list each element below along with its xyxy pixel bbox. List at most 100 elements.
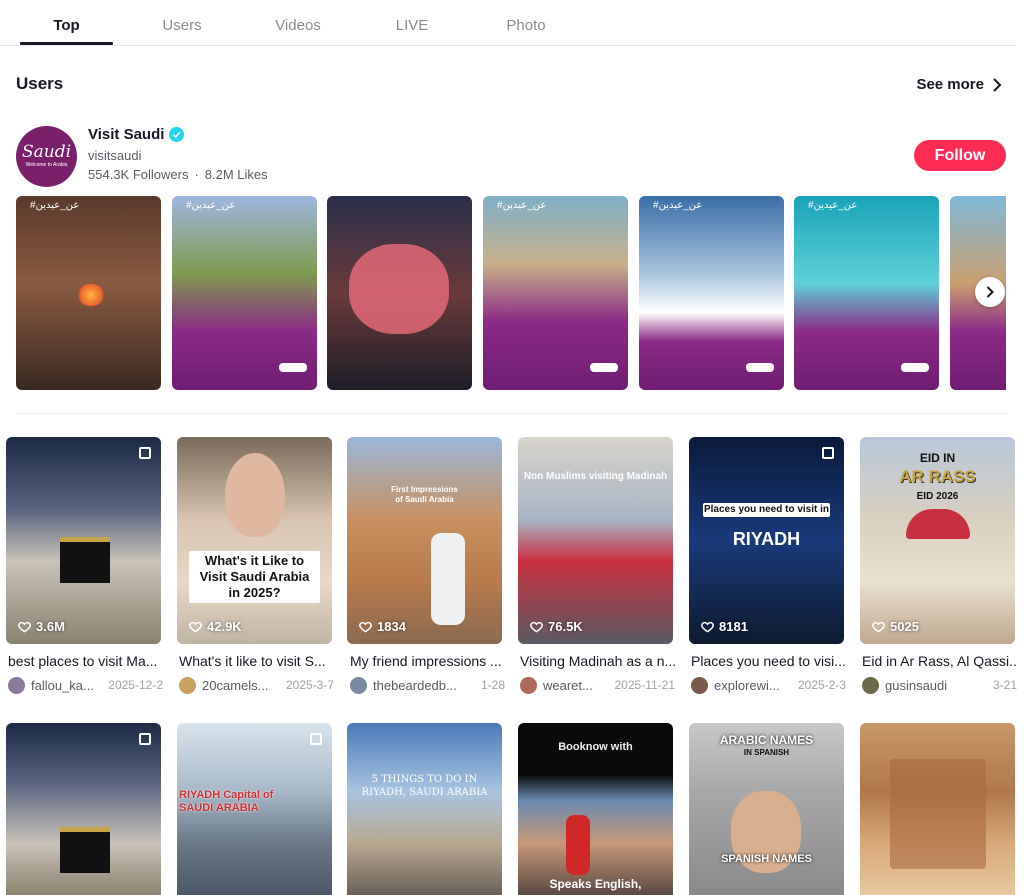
user-handle: visitsaudi [88, 148, 142, 163]
post-date: 2025-3-7 [285, 678, 334, 692]
logo-subtitle: Welcome to Arabia [25, 162, 68, 169]
carousel-post[interactable]: #عن_عيدين [794, 196, 939, 390]
video-overlay-caption: Speaks English, [549, 877, 642, 891]
video-thumbnail[interactable]: RIYADH Capital of SAUDI ARABIA [177, 723, 332, 895]
video-overlay-subtitle: IN SPANISH [743, 748, 790, 757]
video-description[interactable]: Places you need to visi... [691, 653, 846, 669]
author-avatar[interactable] [691, 676, 708, 694]
cta-badge [590, 363, 618, 372]
follow-button[interactable]: Follow [914, 140, 1006, 171]
kaaba-image [60, 537, 110, 583]
video-thumbnail[interactable]: Non Muslims visiting Madinah 76.5K [518, 437, 673, 644]
user-stats: 554.3K Followers · 8.2M Likes [88, 167, 268, 182]
post-tagline: #عن_عيدين [186, 200, 236, 211]
kaaba-image [60, 827, 110, 873]
avatar[interactable]: Saudi Welcome to Arabia [16, 126, 77, 187]
carousel-next-button[interactable] [975, 277, 1005, 307]
video-author-row: 20camels... 2025-3-7 [179, 676, 334, 694]
heart-icon [18, 621, 31, 633]
view-count-value: 3.6M [36, 619, 65, 634]
video-description[interactable]: What's it like to visit S... [179, 653, 334, 669]
person-image [431, 533, 465, 625]
author-avatar[interactable] [520, 676, 537, 694]
stats-separator: · [194, 167, 199, 182]
heart-icon [701, 621, 714, 633]
author-avatar[interactable] [8, 676, 25, 694]
video-thumbnail[interactable]: 5 THINGS TO DO IN RIYADH, SAUDI ARABIA [347, 723, 502, 895]
video-thumbnail[interactable]: Places you need to visit in RIYADH 8181 [689, 437, 844, 644]
author-avatar[interactable] [179, 676, 196, 694]
view-count-value: 5025 [890, 619, 919, 634]
video-overlay-title: Non Muslims visiting Madinah [523, 471, 668, 482]
tab-top[interactable]: Top [20, 17, 113, 37]
post-date: 1-28 [480, 678, 505, 692]
rock-tomb-image [890, 759, 986, 869]
tab-users[interactable]: Users [140, 17, 224, 37]
carousel-post[interactable]: #عن_عيدين [16, 196, 161, 390]
multi-photo-icon [139, 733, 151, 745]
post-date: 2025-11-21 [614, 678, 676, 692]
heart-icon [530, 621, 543, 633]
video-overlay-title: 5 THINGS TO DO IN RIYADH, SAUDI ARABIA [361, 774, 488, 798]
author-avatar[interactable] [350, 676, 367, 694]
view-count: 3.6M [18, 619, 65, 634]
video-thumbnail[interactable] [860, 723, 1015, 895]
author-name[interactable]: wearet... [543, 678, 593, 693]
author-name[interactable]: explorewi... [714, 678, 780, 693]
view-count-value: 1834 [377, 619, 406, 634]
post-tagline: #عن_عيدين [653, 200, 703, 211]
video-author-row: thebeardedb... 1-28 [350, 676, 505, 694]
cta-badge [901, 363, 929, 372]
presenter-image [225, 453, 285, 537]
user-name[interactable]: Visit Saudi [88, 126, 185, 143]
video-thumbnail[interactable]: What's it Like to Visit Saudi Arabia in … [177, 437, 332, 644]
carousel-post[interactable]: #عن_عيدين [172, 196, 317, 390]
carousel-post[interactable] [327, 196, 472, 390]
verified-badge-icon [169, 127, 185, 142]
heart-icon [872, 621, 885, 633]
fire-pit-image [76, 284, 106, 306]
users-section-title: Users [16, 74, 64, 93]
view-count-value: 76.5K [548, 619, 583, 634]
video-thumbnail[interactable]: EID IN AR RASS EID 2026 5025 [860, 437, 1015, 644]
user-posts-carousel: #عن_عيدين #عن_عيدين #عن_عيدين #عن_عيدين … [16, 196, 1006, 390]
author-name[interactable]: gusinsaudi [885, 678, 947, 693]
video-overlay-title: Places you need to visit in [703, 503, 830, 517]
post-tagline: #عن_عيدين [497, 200, 547, 211]
author-avatar[interactable] [862, 676, 879, 694]
video-description[interactable]: Eid in Ar Rass, Al Qassi... [862, 653, 1017, 669]
video-description[interactable]: best places to visit Ma... [8, 653, 163, 669]
see-more-link[interactable]: See more [916, 76, 1002, 93]
video-thumbnail[interactable]: First Impressions of Saudi Arabia 1834 [347, 437, 502, 644]
multi-photo-icon [310, 733, 322, 745]
visit-saudi-logo: Saudi [21, 142, 72, 163]
tab-videos[interactable]: Videos [256, 17, 340, 37]
video-overlay-place: AR RASS [899, 467, 976, 486]
author-name[interactable]: thebeardedb... [373, 678, 457, 693]
video-thumbnail[interactable]: Booknow with Speaks English, [518, 723, 673, 895]
video-overlay-year: EID 2026 [916, 491, 959, 502]
video-thumbnail[interactable] [6, 723, 161, 895]
tab-live[interactable]: LIVE [370, 17, 454, 37]
post-date: 2025-12-2 [108, 678, 163, 692]
video-thumbnail[interactable]: ARABIC NAMES IN SPANISH SPANISH NAMES [689, 723, 844, 895]
carousel-post[interactable]: #عن_عيدين [483, 196, 628, 390]
video-description[interactable]: My friend impressions ... [350, 653, 505, 669]
view-count: 8181 [701, 619, 748, 634]
tab-photo[interactable]: Photo [484, 17, 568, 37]
video-description[interactable]: Visiting Madinah as a n... [520, 653, 675, 669]
chevron-right-icon [986, 286, 994, 298]
author-name[interactable]: 20camels... [202, 678, 268, 693]
video-author-row: gusinsaudi 3-21 [862, 676, 1017, 694]
video-overlay-title: ARABIC NAMES [719, 733, 814, 747]
post-date: 3-21 [992, 678, 1017, 692]
video-overlay-title: What's it Like to Visit Saudi Arabia in … [189, 551, 320, 603]
video-thumbnail[interactable]: 3.6M [6, 437, 161, 644]
video-author-row: fallou_ka... 2025-12-2 [8, 676, 163, 694]
author-name[interactable]: fallou_ka... [31, 678, 94, 693]
video-author-row: wearet... 2025-11-21 [520, 676, 675, 694]
video-overlay-title: First Impressions of Saudi Arabia [391, 485, 458, 504]
person-image [566, 815, 590, 875]
carousel-post[interactable]: #عن_عيدين [639, 196, 784, 390]
see-more-label: See more [916, 76, 984, 93]
